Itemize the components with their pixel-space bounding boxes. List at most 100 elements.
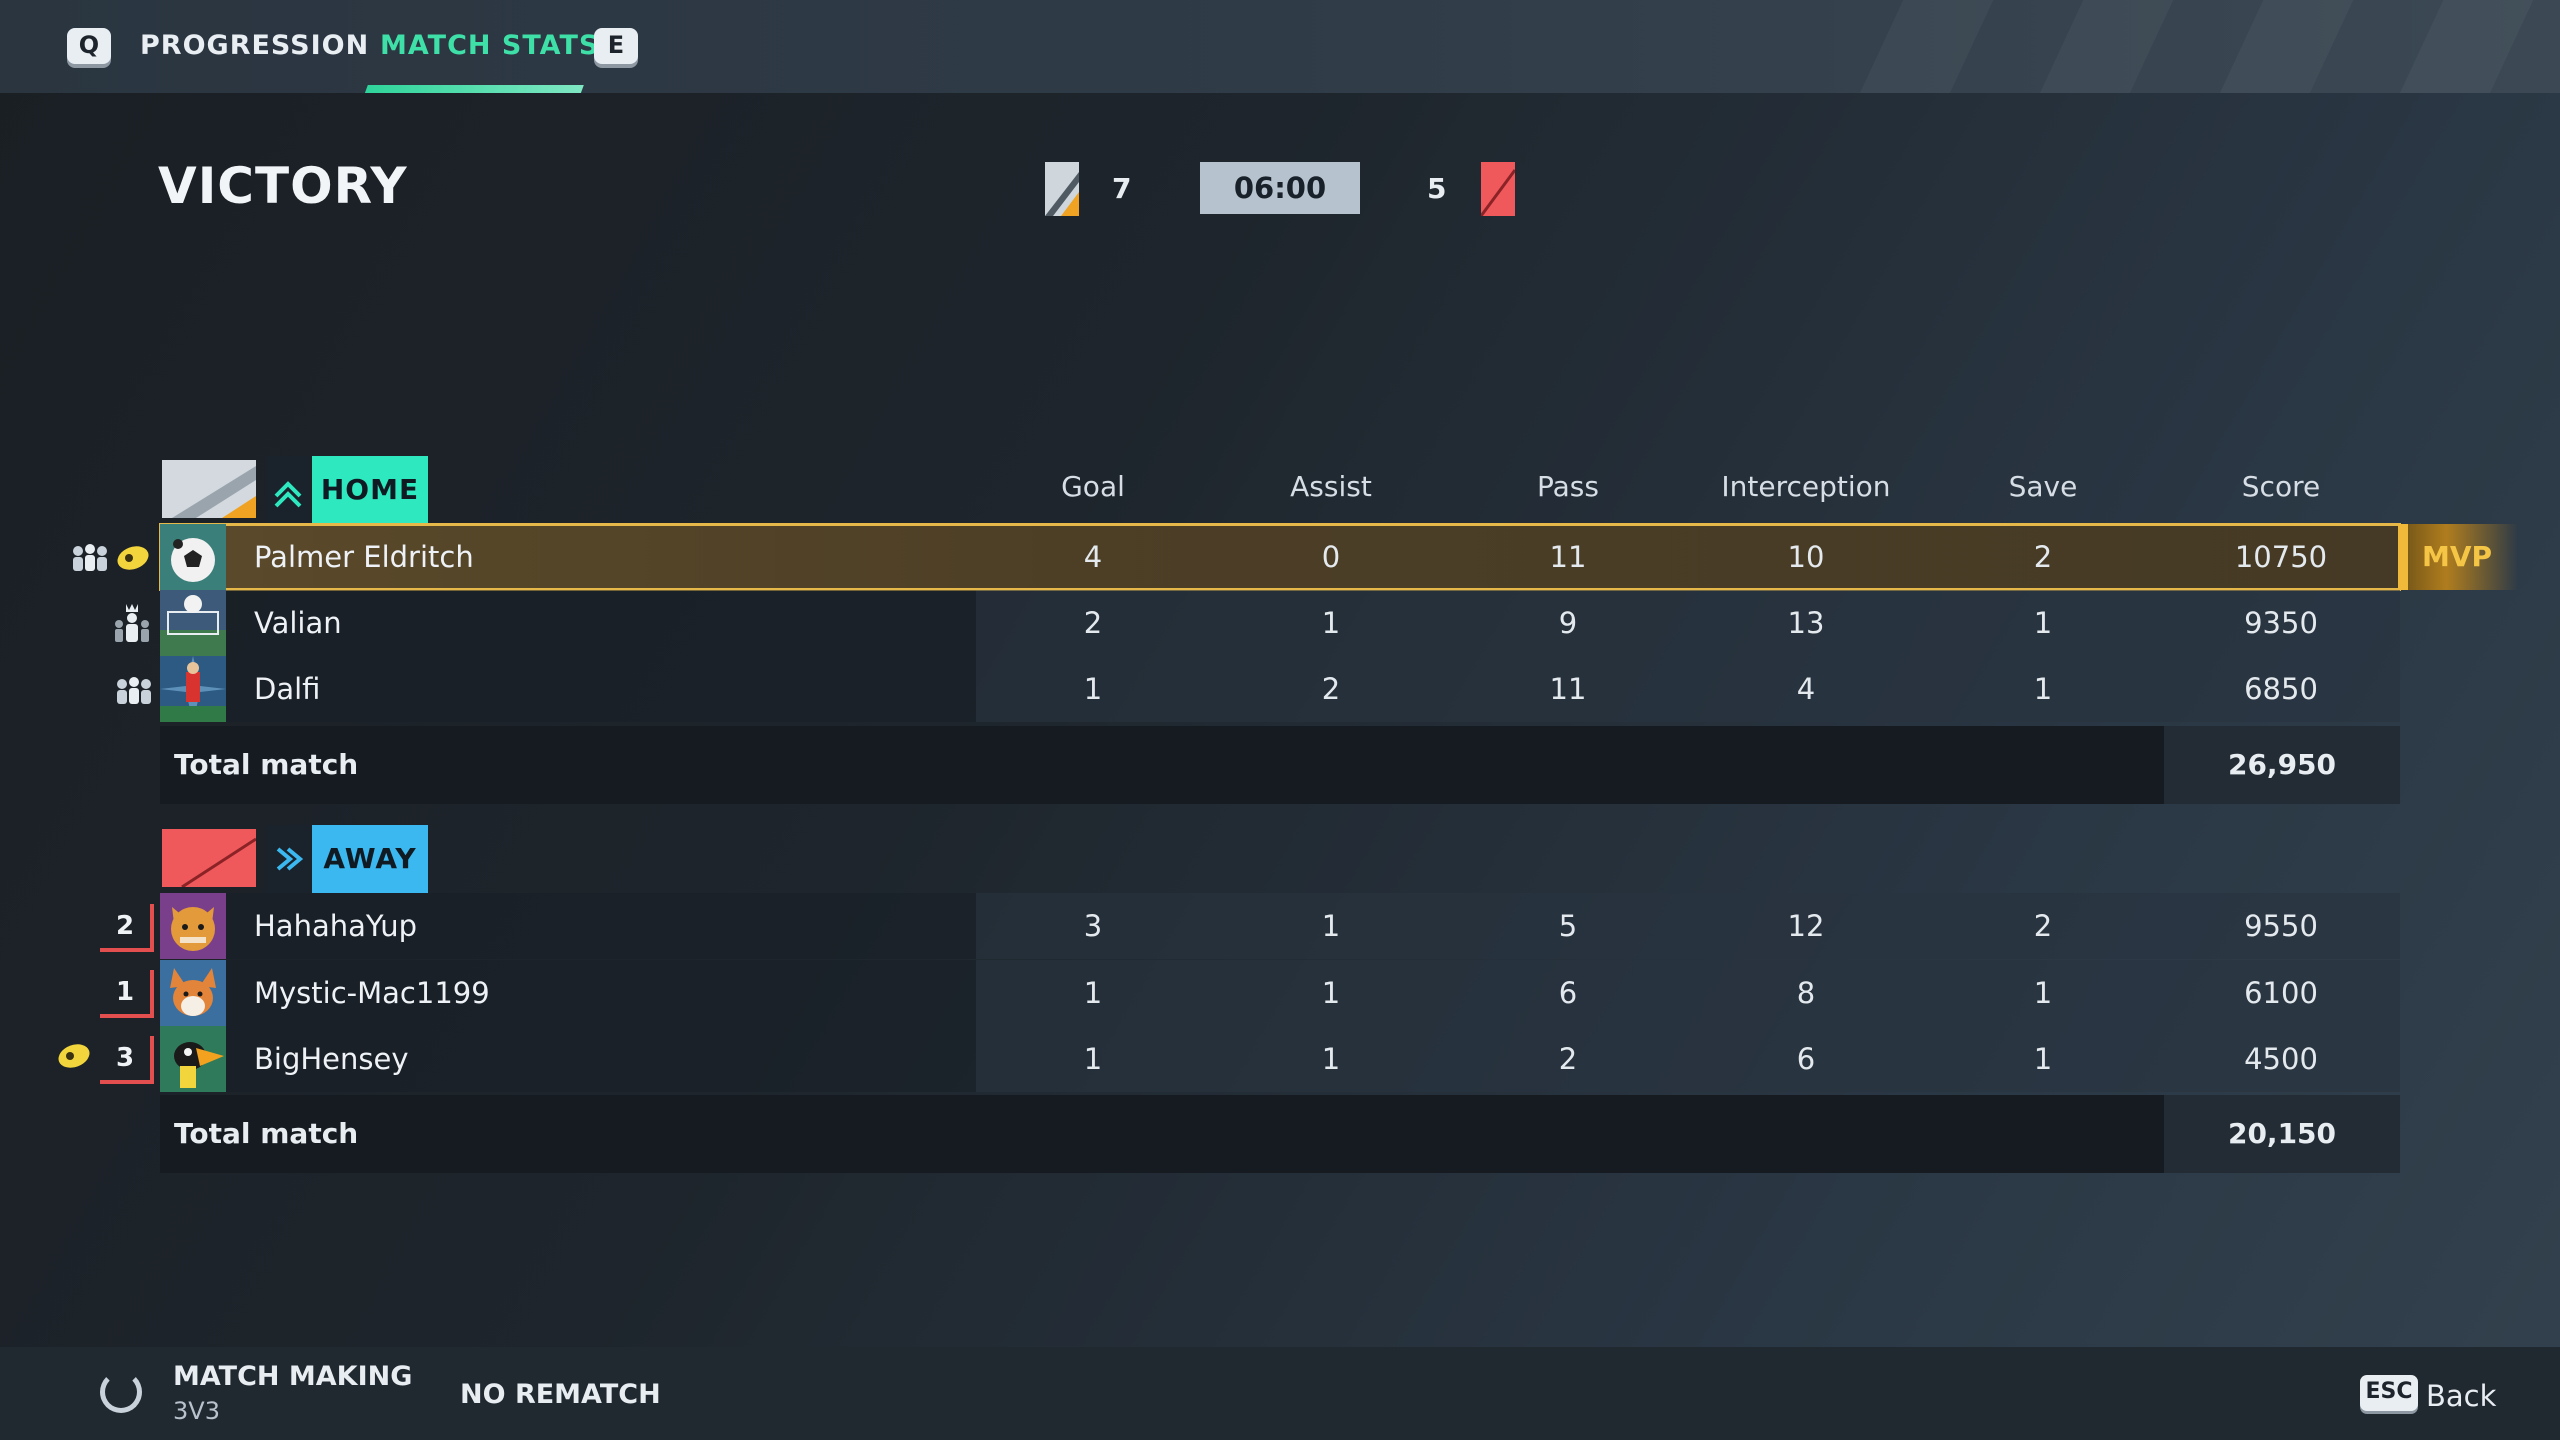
rank-badge: 1 bbox=[100, 970, 154, 1018]
no-rematch-button[interactable]: NO REMATCH bbox=[460, 1379, 661, 1410]
mvp-badge: MVP bbox=[2398, 524, 2518, 590]
table-row[interactable]: Mystic-Mac1199 1 1 6 8 1 6100 bbox=[160, 960, 2400, 1026]
top-tab-bar: Q PROGRESSION MATCH STATS E bbox=[0, 0, 2560, 93]
stat-score: 6100 bbox=[2244, 976, 2318, 1010]
home-flag-icon bbox=[162, 460, 256, 518]
table-row[interactable]: Dalfi 1 2 11 4 1 6850 bbox=[160, 656, 2400, 722]
esc-key[interactable]: ESC bbox=[2360, 1375, 2418, 1411]
player-name: Valian bbox=[254, 606, 342, 640]
matchmaking-mode: 3V3 bbox=[173, 1397, 220, 1425]
stat-assist: 1 bbox=[1321, 1042, 1341, 1076]
stat-save: 1 bbox=[2033, 672, 2053, 706]
footer-bar: MATCH MAKING 3V3 NO REMATCH ESC Back bbox=[0, 1347, 2560, 1440]
next-tab-key[interactable]: E bbox=[594, 28, 638, 64]
rank-badge: 2 bbox=[100, 904, 154, 952]
stat-goal: 4 bbox=[1083, 540, 1103, 574]
back-button[interactable]: Back bbox=[2426, 1379, 2496, 1413]
player-name: HahahaYup bbox=[254, 909, 418, 943]
decor-stripe bbox=[2212, 0, 2358, 93]
player-avatar bbox=[160, 960, 226, 1026]
player-name: Mystic-Mac1199 bbox=[254, 976, 490, 1010]
decor-stripe bbox=[1852, 0, 1998, 93]
stat-assist: 1 bbox=[1321, 606, 1341, 640]
player-avatar bbox=[160, 656, 226, 722]
stat-assist: 1 bbox=[1321, 976, 1341, 1010]
rank-badge: 3 bbox=[100, 1036, 154, 1084]
column-pass: Pass bbox=[1537, 470, 1599, 503]
stat-interception: 12 bbox=[1787, 909, 1825, 943]
stat-pass: 9 bbox=[1558, 606, 1578, 640]
player-name: Palmer Eldritch bbox=[254, 540, 474, 574]
stat-goal: 2 bbox=[1083, 606, 1103, 640]
total-label: Total match bbox=[174, 1117, 359, 1150]
column-assist: Assist bbox=[1290, 470, 1372, 503]
table-row[interactable]: Valian 2 1 9 13 1 9350 bbox=[160, 590, 2400, 656]
away-score: 5 bbox=[1427, 172, 1447, 205]
column-score: Score bbox=[2241, 470, 2321, 503]
table-row[interactable]: Palmer Eldritch 4 0 11 10 2 10750 bbox=[159, 523, 2401, 591]
home-team-label: HOME bbox=[312, 456, 428, 524]
stat-pass: 11 bbox=[1549, 540, 1587, 574]
column-save: Save bbox=[2008, 470, 2078, 503]
stat-score: 4500 bbox=[2244, 1042, 2318, 1076]
loading-spinner-icon bbox=[100, 1371, 142, 1413]
home-chevron-icon bbox=[266, 456, 310, 524]
away-total-row: Total match 20,150 bbox=[160, 1095, 2400, 1173]
stat-pass: 11 bbox=[1549, 672, 1587, 706]
total-label: Total match bbox=[174, 748, 359, 781]
table-row[interactable]: BigHensey 1 1 2 6 1 4500 bbox=[160, 1026, 2400, 1092]
home-total-row: Total match 26,950 bbox=[160, 726, 2400, 804]
stat-interception: 13 bbox=[1787, 606, 1825, 640]
stat-goal: 1 bbox=[1083, 976, 1103, 1010]
stat-score: 9350 bbox=[2244, 606, 2318, 640]
away-flag-icon bbox=[1481, 162, 1515, 216]
stat-score: 6850 bbox=[2244, 672, 2318, 706]
home-flag-icon bbox=[1045, 162, 1079, 216]
party-leader-icon bbox=[114, 602, 150, 650]
total-value: 20,150 bbox=[2227, 1117, 2337, 1150]
stat-score: 9550 bbox=[2244, 909, 2318, 943]
stat-score: 10750 bbox=[2234, 540, 2328, 574]
player-avatar bbox=[160, 1026, 226, 1092]
stat-pass: 5 bbox=[1558, 909, 1578, 943]
tab-match-stats[interactable]: MATCH STATS bbox=[380, 30, 599, 61]
table-row[interactable]: HahahaYup 3 1 5 12 2 9550 bbox=[160, 893, 2400, 959]
stat-interception: 6 bbox=[1796, 1042, 1816, 1076]
stat-interception: 8 bbox=[1796, 976, 1816, 1010]
stat-goal: 3 bbox=[1083, 909, 1103, 943]
stat-save: 1 bbox=[2033, 976, 2053, 1010]
player-avatar bbox=[160, 524, 226, 590]
away-team-label: AWAY bbox=[312, 825, 428, 893]
away-chevron-icon bbox=[266, 825, 310, 893]
stat-interception: 10 bbox=[1787, 540, 1825, 574]
stat-assist: 2 bbox=[1321, 672, 1341, 706]
stat-pass: 6 bbox=[1558, 976, 1578, 1010]
whistle-icon bbox=[114, 542, 152, 576]
result-title: VICTORY bbox=[158, 157, 408, 215]
stat-goal: 1 bbox=[1083, 1042, 1103, 1076]
stat-goal: 1 bbox=[1083, 672, 1103, 706]
stat-save: 1 bbox=[2033, 606, 2053, 640]
stat-interception: 4 bbox=[1796, 672, 1816, 706]
stat-pass: 2 bbox=[1558, 1042, 1578, 1076]
stat-assist: 1 bbox=[1321, 909, 1341, 943]
tab-progression[interactable]: PROGRESSION bbox=[140, 30, 369, 61]
party-group-icon bbox=[114, 676, 154, 710]
home-score: 7 bbox=[1112, 172, 1132, 205]
stat-save: 2 bbox=[2033, 909, 2053, 943]
decor-stripe bbox=[2392, 0, 2538, 93]
total-value: 26,950 bbox=[2227, 748, 2337, 781]
decor-stripe bbox=[2032, 0, 2178, 93]
player-name: BigHensey bbox=[254, 1042, 409, 1076]
stat-save: 1 bbox=[2033, 1042, 2053, 1076]
column-interception: Interception bbox=[1721, 470, 1891, 503]
column-goal: Goal bbox=[1061, 470, 1125, 503]
prev-tab-key[interactable]: Q bbox=[67, 28, 111, 64]
party-group-icon bbox=[70, 543, 110, 577]
player-name: Dalfi bbox=[254, 672, 321, 706]
matchmaking-title: MATCH MAKING bbox=[173, 1361, 413, 1392]
whistle-icon bbox=[55, 1040, 93, 1074]
stat-save: 2 bbox=[2033, 540, 2053, 574]
away-flag-icon bbox=[162, 829, 256, 887]
active-tab-indicator bbox=[364, 85, 584, 93]
